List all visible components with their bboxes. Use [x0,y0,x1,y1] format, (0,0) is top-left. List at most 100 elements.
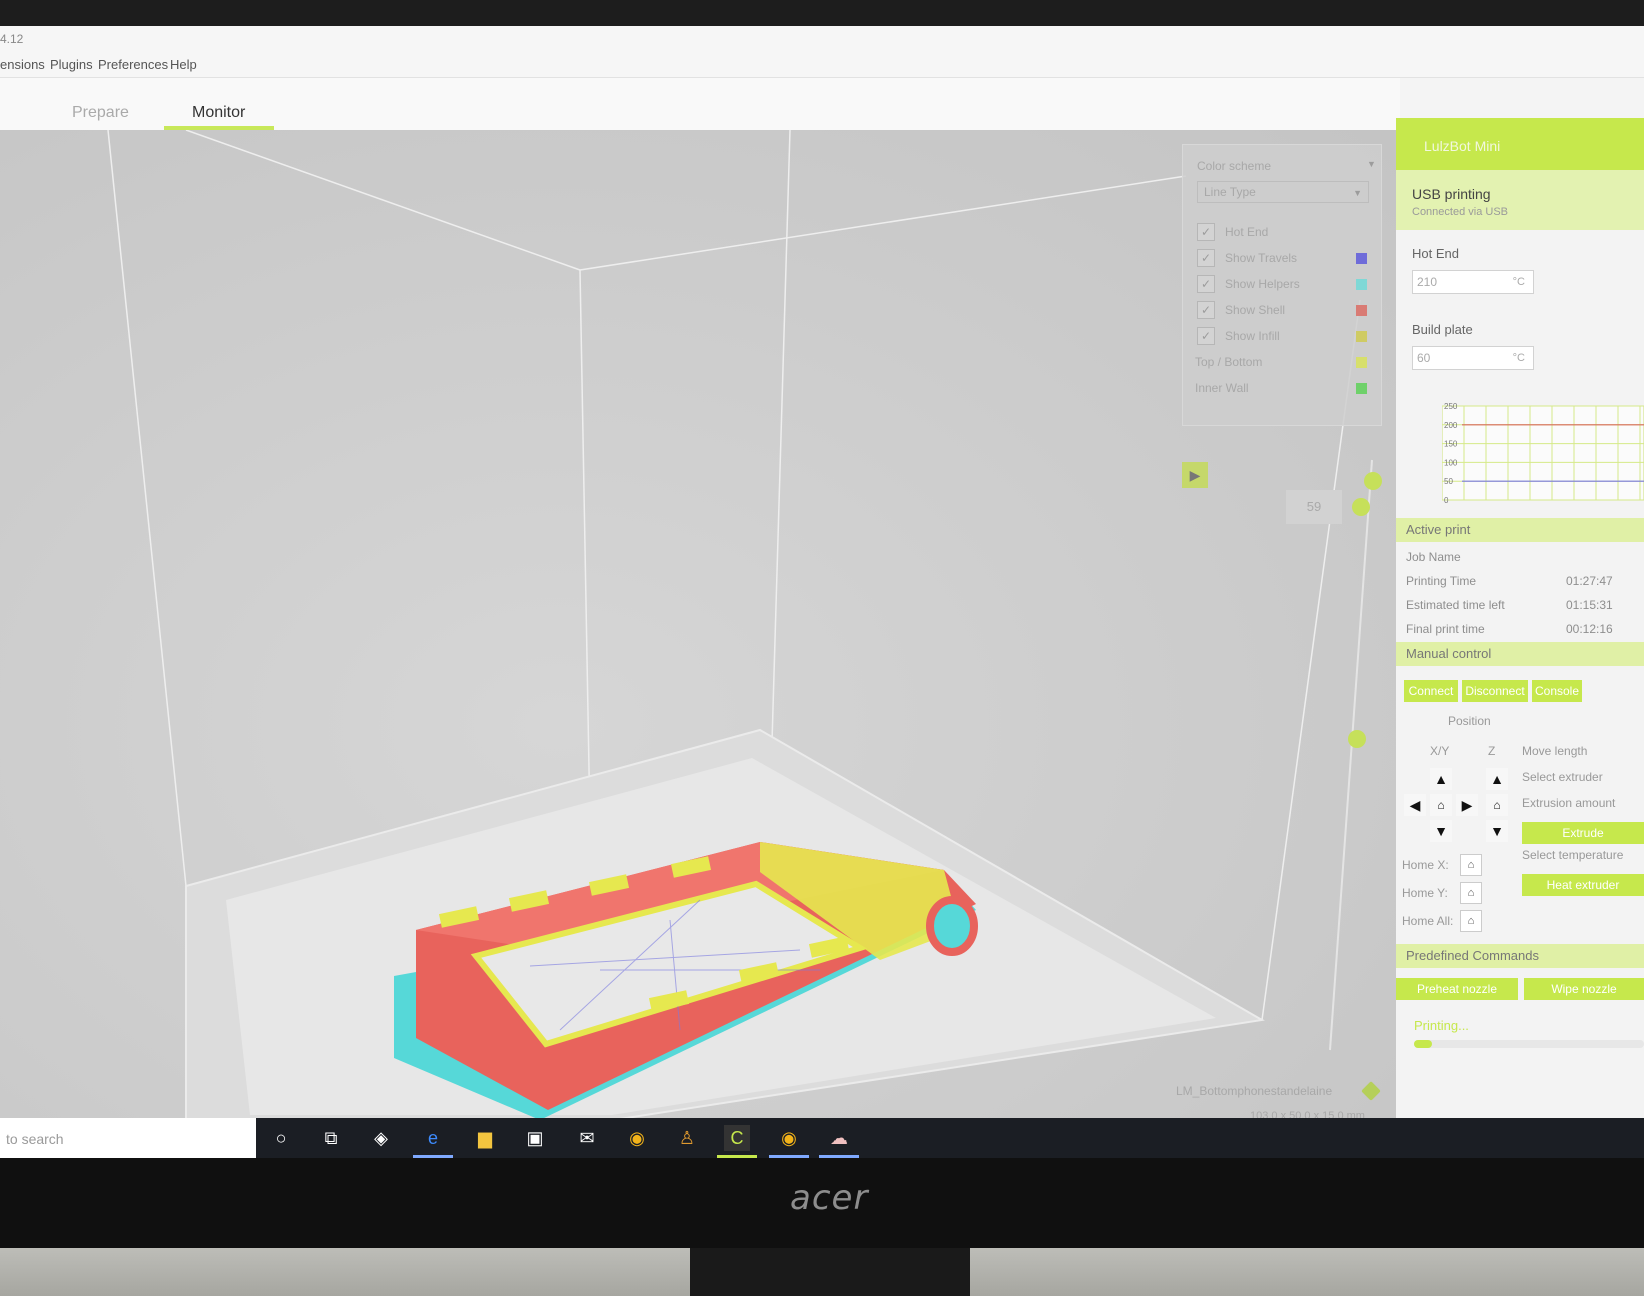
toggle-show-shell[interactable]: ✓ Show Shell [1197,301,1377,321]
move-y-plus-button[interactable]: ▲ [1430,768,1452,790]
graph-tick-label: 250 [1444,402,1458,411]
checkbox-check-icon[interactable]: ✓ [1197,275,1215,293]
heat-extruder-button[interactable]: Heat extruder [1522,874,1644,896]
home-z-button[interactable]: ⌂ [1486,794,1508,816]
print-progress-fill [1414,1040,1433,1048]
build-plate-temp-field[interactable]: 60 °C [1412,346,1534,370]
color-scheme-dropdown[interactable]: Line Type ▼ [1197,181,1369,203]
connection-status: USB printing Connected via USB [1396,170,1644,230]
cortana-icon[interactable]: ○ [268,1125,294,1151]
checkbox-check-icon[interactable]: ✓ [1197,223,1215,241]
final-print-time-value: 00:12:16 [1566,622,1613,636]
tab-monitor[interactable]: Monitor [192,104,245,122]
move-x-minus-button[interactable]: ◀ [1404,794,1426,816]
build-plate-label: Build plate [1412,322,1473,337]
menu-item-preferences[interactable]: Preferences [98,57,168,72]
layer-slider-top-handle[interactable] [1364,472,1382,490]
checkbox-check-icon[interactable]: ✓ [1197,327,1215,345]
layer-slider-bottom-handle[interactable] [1348,730,1366,748]
toggle-show-infill[interactable]: ✓ Show Infill [1197,327,1377,347]
user-app-icon[interactable]: ♙ [674,1125,700,1151]
temp-unit: °C [1512,276,1525,288]
move-length-label: Move length [1522,744,1588,758]
pivot-cylinder [926,896,978,956]
play-layer-button[interactable]: ▶ [1182,462,1208,488]
graph-tick-label: 100 [1444,458,1458,467]
job-name-label: Job Name [1406,550,1461,564]
disconnect-button[interactable]: Disconnect [1462,680,1528,702]
toggle-show-helpers[interactable]: ✓ Show Helpers [1197,275,1377,295]
graph-area [1442,405,1644,501]
home-y-button[interactable]: ⌂ [1460,882,1482,904]
acer-logo: acer [790,1178,869,1218]
chrome-icon[interactable]: ◉ [624,1125,650,1151]
hot-end-temp-field[interactable]: 210 °C [1412,270,1534,294]
unity-icon[interactable]: ◈ [368,1125,394,1151]
extrude-button[interactable]: Extrude [1522,822,1644,844]
temperature-graph: 250 200 150 100 50 0 [1442,402,1644,505]
tab-prepare[interactable]: Prepare [72,104,129,122]
chrome-icon[interactable]: ◉ [776,1125,802,1151]
color-swatch [1356,253,1367,264]
wipe-nozzle-button[interactable]: Wipe nozzle [1524,978,1644,1000]
task-view-icon[interactable]: ⧉ [318,1125,344,1151]
hot-end-temp-value: 210 [1417,275,1438,289]
color-scheme-label: Color scheme [1197,159,1272,173]
legend-label: Inner Wall [1195,381,1249,395]
move-z-plus-button[interactable]: ▲ [1486,768,1508,790]
windows-taskbar: to search ○ ⧉ ◈ e ▆ ▣ ✉ ◉ ♙ C ◉ ☁ [0,1118,1644,1158]
manual-control-section: Manual control [1396,642,1644,666]
object-name: LM_Bottomphonestandelaine [1176,1084,1333,1098]
taskbar-search-input[interactable]: to search [0,1118,256,1158]
move-x-plus-button[interactable]: ▶ [1456,794,1478,816]
connection-title: USB printing [1412,186,1491,202]
final-print-time-label: Final print time [1406,622,1485,636]
graph-tick-label: 150 [1444,440,1458,449]
photo-stage: 4.12 ensions Plugins Preferences Help Pr… [0,0,1644,1296]
preheat-nozzle-button[interactable]: Preheat nozzle [1396,978,1518,1000]
search-placeholder: to search [6,1131,64,1147]
graph-tick-label: 0 [1444,496,1449,505]
checkbox-check-icon[interactable]: ✓ [1197,301,1215,319]
section-label: Predefined Commands [1406,948,1539,963]
time-left-value: 01:15:31 [1566,598,1613,612]
printer-header[interactable]: LulzBot Mini [1396,118,1644,170]
toggle-show-travels[interactable]: ✓ Show Travels [1197,249,1377,269]
move-z-minus-button[interactable]: ▼ [1486,820,1508,842]
time-left-label: Estimated time left [1406,598,1505,612]
view-settings-panel: Color scheme ▼ Line Type ▼ ✓ Hot End ✓ S… [1182,144,1382,426]
section-label: Manual control [1406,646,1492,661]
hot-end-label: Hot End [1412,246,1459,261]
home-all-button[interactable]: ⌂ [1460,910,1482,932]
store-icon[interactable]: ▣ [522,1125,548,1151]
menu-item-extensions[interactable]: ensions [0,57,45,72]
toggle-label: Show Travels [1225,251,1298,265]
checkbox-check-icon[interactable]: ✓ [1197,249,1215,267]
mail-icon[interactable]: ✉ [574,1125,600,1151]
color-swatch [1356,331,1367,342]
edge-browser-icon[interactable]: e [420,1125,446,1151]
home-xy-button[interactable]: ⌂ [1430,794,1452,816]
printing-time-value: 01:27:47 [1566,574,1613,588]
predefined-commands-section: Predefined Commands [1396,944,1644,968]
z-label: Z [1488,744,1496,758]
layer-slider-current-handle[interactable] [1352,498,1370,516]
cura-icon[interactable]: C [724,1125,750,1151]
legend-inner-wall: Inner Wall [1195,379,1375,399]
home-x-button[interactable]: ⌂ [1460,854,1482,876]
home-x-label: Home X: [1402,858,1449,872]
toggle-label: Show Shell [1225,303,1286,317]
layer-number: 59 [1306,499,1322,514]
move-y-minus-button[interactable]: ▼ [1430,820,1452,842]
menu-item-plugins[interactable]: Plugins [50,57,93,72]
printer-name: LulzBot Mini [1424,138,1501,154]
color-swatch [1356,305,1367,316]
toggle-label: Hot End [1225,225,1269,239]
paint-icon[interactable]: ☁ [826,1125,852,1151]
toggle-hot-end[interactable]: ✓ Hot End [1197,223,1377,243]
console-button[interactable]: Console [1532,680,1582,702]
menu-item-help[interactable]: Help [170,57,197,72]
connect-button[interactable]: Connect [1404,680,1458,702]
layer-number-field[interactable]: 59 [1286,490,1342,524]
file-explorer-icon[interactable]: ▆ [472,1125,498,1151]
